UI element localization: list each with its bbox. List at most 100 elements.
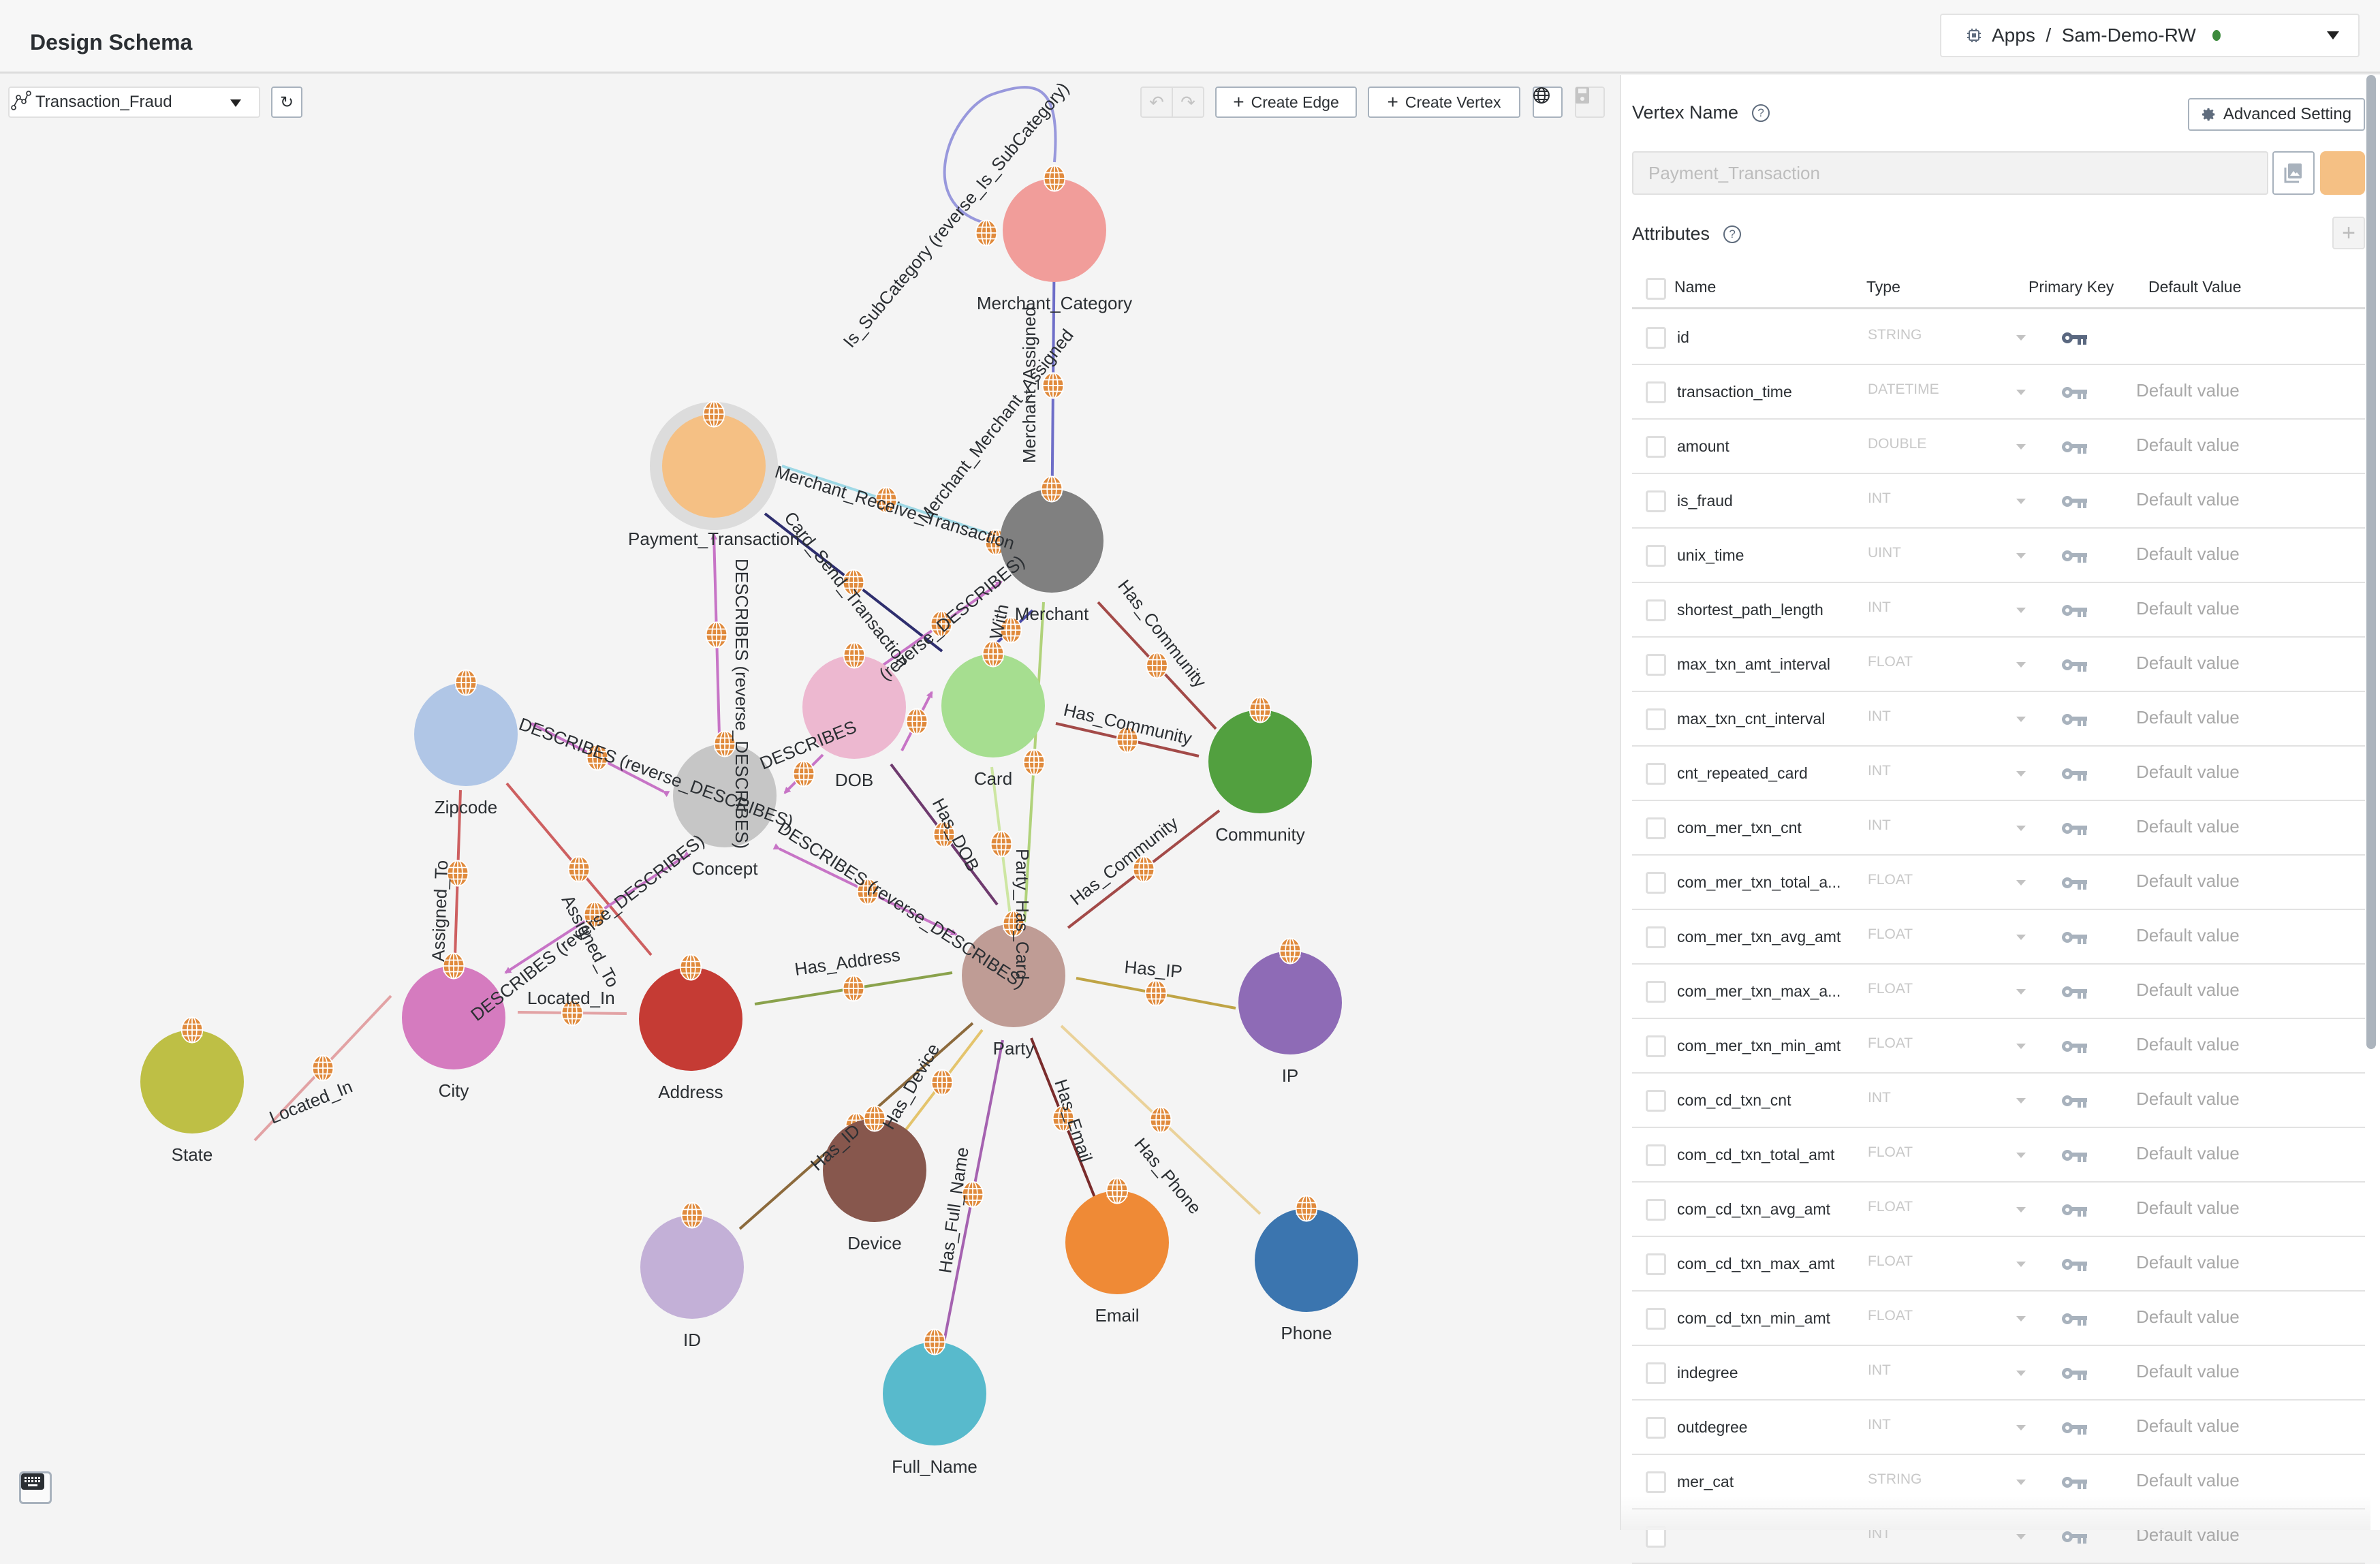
default-value-input[interactable]: Default value <box>2136 707 2240 728</box>
attribute-name[interactable]: outdegree <box>1677 1418 1748 1437</box>
vertex-merchant[interactable]: Merchant <box>1000 475 1103 624</box>
attribute-type-select[interactable]: UINT <box>1868 545 1901 561</box>
default-value-input[interactable]: Default value <box>2136 1416 2240 1437</box>
select-all-checkbox[interactable] <box>1646 278 1666 300</box>
default-value-input[interactable]: Default value <box>2136 762 2240 783</box>
help-icon[interactable]: ? <box>1723 225 1742 243</box>
primary-key-icon[interactable] <box>2061 984 2088 1000</box>
attribute-type-select[interactable]: STRING <box>1868 1471 1922 1488</box>
edge-label[interactable]: Has_Full_Name <box>935 1146 973 1274</box>
advanced-setting-button[interactable]: Advanced Setting <box>2188 98 2365 131</box>
attribute-type-select[interactable]: DATETIME <box>1868 381 1939 398</box>
vertex-circle[interactable] <box>402 966 505 1069</box>
primary-key-icon[interactable] <box>2061 766 2088 782</box>
refresh-button[interactable]: ↻ <box>271 87 302 118</box>
default-value-input[interactable]: Default value <box>2136 1198 2240 1219</box>
vertex-device[interactable]: Device <box>823 1105 926 1253</box>
vertex-circle[interactable] <box>662 414 766 518</box>
attribute-checkbox[interactable] <box>1646 490 1666 512</box>
attribute-name[interactable]: cnt_repeated_card <box>1677 764 1808 783</box>
attribute-checkbox[interactable] <box>1646 1471 1666 1493</box>
attribute-checkbox[interactable] <box>1646 545 1666 567</box>
primary-key-icon[interactable] <box>2061 711 2088 728</box>
schema-canvas[interactable]: Merchant_Category Payment_Transaction Merc… <box>0 75 1620 1530</box>
globe-button[interactable] <box>1533 87 1563 118</box>
create-vertex-button[interactable]: + Create Vertex <box>1368 87 1520 118</box>
attribute-name[interactable]: indegree <box>1677 1364 1738 1382</box>
vertex-id[interactable]: ID <box>640 1202 744 1350</box>
attribute-name[interactable]: com_cd_txn_total_amt <box>1677 1146 1834 1164</box>
vertex-icon-button[interactable] <box>2272 151 2315 195</box>
primary-key-icon[interactable] <box>2061 493 2088 510</box>
attribute-name[interactable]: amount <box>1677 437 1729 456</box>
attribute-checkbox[interactable] <box>1646 381 1666 403</box>
primary-key-icon[interactable] <box>2061 1474 2088 1490</box>
help-icon[interactable]: ? <box>1752 104 1770 122</box>
primary-key-icon[interactable] <box>2061 439 2088 455</box>
primary-key-icon[interactable] <box>2061 1147 2088 1163</box>
attribute-checkbox[interactable] <box>1646 1253 1666 1275</box>
attribute-checkbox[interactable] <box>1646 1035 1666 1057</box>
vertex-circle[interactable] <box>414 683 518 786</box>
attribute-type-select[interactable]: FLOAT <box>1868 1035 1913 1052</box>
attribute-checkbox[interactable] <box>1646 1417 1666 1439</box>
attribute-type-select[interactable]: FLOAT <box>1868 872 1913 888</box>
attribute-checkbox[interactable] <box>1646 327 1666 349</box>
attribute-type-select[interactable]: INT <box>1868 1417 1891 1433</box>
primary-key-icon[interactable] <box>2061 1202 2088 1218</box>
vertex-phone[interactable]: Phone <box>1255 1195 1358 1343</box>
edge-label[interactable]: Located_In <box>266 1076 356 1128</box>
attribute-type-select[interactable]: FLOAT <box>1868 1199 1913 1215</box>
attribute-checkbox[interactable] <box>1646 817 1666 839</box>
attribute-checkbox[interactable] <box>1646 599 1666 621</box>
attribute-checkbox[interactable] <box>1646 708 1666 730</box>
default-value-input[interactable]: Default value <box>2136 435 2240 456</box>
default-value-input[interactable]: Default value <box>2136 980 2240 1001</box>
attribute-type-select[interactable]: FLOAT <box>1868 1253 1913 1270</box>
vertex-circle[interactable] <box>140 1030 244 1133</box>
default-value-input[interactable]: Default value <box>2136 489 2240 510</box>
panel-scrollbar[interactable] <box>2366 75 2376 1049</box>
default-value-input[interactable]: Default value <box>2136 1252 2240 1273</box>
primary-key-icon[interactable] <box>2061 820 2088 836</box>
edge-label[interactable]: Located_In <box>527 988 615 1008</box>
attribute-type-select[interactable]: DOUBLE <box>1868 436 1926 452</box>
attribute-type-select[interactable]: FLOAT <box>1868 1308 1913 1324</box>
vertex-email[interactable]: Email <box>1065 1177 1169 1326</box>
default-value-input[interactable]: Default value <box>2136 1034 2240 1055</box>
vertex-circle[interactable] <box>1208 710 1312 813</box>
primary-key-icon[interactable] <box>2061 1311 2088 1327</box>
attribute-name[interactable]: com_mer_txn_total_a... <box>1677 873 1841 892</box>
default-value-input[interactable]: Default value <box>2136 925 2240 946</box>
vertex-zipcode[interactable]: Zipcode <box>414 669 518 817</box>
save-button[interactable] <box>1575 87 1605 118</box>
attribute-name[interactable]: mer_cat <box>1677 1473 1734 1491</box>
default-value-input[interactable]: Default value <box>2136 1470 2240 1491</box>
attribute-name[interactable]: com_mer_txn_min_amt <box>1677 1037 1841 1055</box>
attribute-type-select[interactable]: INT <box>1868 1362 1891 1379</box>
vertex-name-input[interactable]: Payment_Transaction <box>1632 151 2268 195</box>
primary-key-icon[interactable] <box>2061 875 2088 891</box>
default-value-input[interactable]: Default value <box>2136 653 2240 674</box>
edge-label[interactable]: Has_Community <box>1066 813 1182 909</box>
default-value-input[interactable]: Default value <box>2136 380 2240 401</box>
vertex-circle[interactable] <box>883 1342 986 1445</box>
vertex-circle[interactable] <box>640 1215 744 1319</box>
primary-key-icon[interactable] <box>2061 384 2088 401</box>
vertex-city[interactable]: City <box>402 952 505 1101</box>
default-value-input[interactable]: Default value <box>2136 1307 2240 1328</box>
attribute-name[interactable]: com_cd_txn_max_amt <box>1677 1255 1834 1273</box>
primary-key-icon[interactable] <box>2061 1420 2088 1436</box>
attribute-type-select[interactable]: STRING <box>1868 327 1922 343</box>
vertex-circle[interactable] <box>639 967 742 1071</box>
default-value-input[interactable]: Default value <box>2136 598 2240 619</box>
primary-key-icon[interactable] <box>2061 1256 2088 1272</box>
attribute-checkbox[interactable] <box>1646 1144 1666 1166</box>
attribute-type-select[interactable]: INT <box>1868 763 1891 779</box>
primary-key-icon[interactable] <box>2061 929 2088 945</box>
default-value-input[interactable]: Default value <box>2136 1143 2240 1164</box>
keyboard-shortcuts-button[interactable] <box>19 1471 52 1504</box>
attribute-type-select[interactable]: INT <box>1868 490 1891 507</box>
attribute-name[interactable]: transaction_time <box>1677 383 1792 401</box>
attribute-name[interactable]: shortest_path_length <box>1677 601 1823 619</box>
